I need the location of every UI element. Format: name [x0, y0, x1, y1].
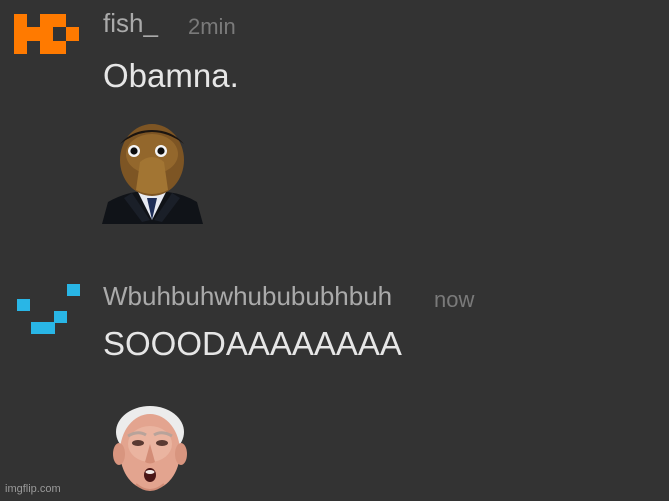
timestamp: now — [434, 287, 475, 312]
username[interactable]: Wbuhbuhwhubububhbuh — [103, 281, 392, 311]
message-text: SOOODAAAAAAAA — [103, 325, 402, 362]
username[interactable]: fish_ — [103, 8, 158, 38]
chat-message: Wbuhbuhwhubububhbuh now SOOODAAAAAAAA — [0, 250, 669, 499]
watermark: imgflip.com — [5, 483, 61, 495]
chat-message: fish_ 2min Obamna. — [0, 0, 669, 250]
biden-face-image[interactable] — [110, 404, 190, 496]
message-text: Obamna. — [103, 57, 239, 94]
orange-pixel-logo-icon[interactable] — [14, 14, 80, 54]
obama-creepy-edit-image[interactable] — [102, 124, 203, 224]
timestamp: 2min — [188, 14, 236, 39]
cyan-pixel-squares-icon[interactable] — [12, 284, 82, 334]
